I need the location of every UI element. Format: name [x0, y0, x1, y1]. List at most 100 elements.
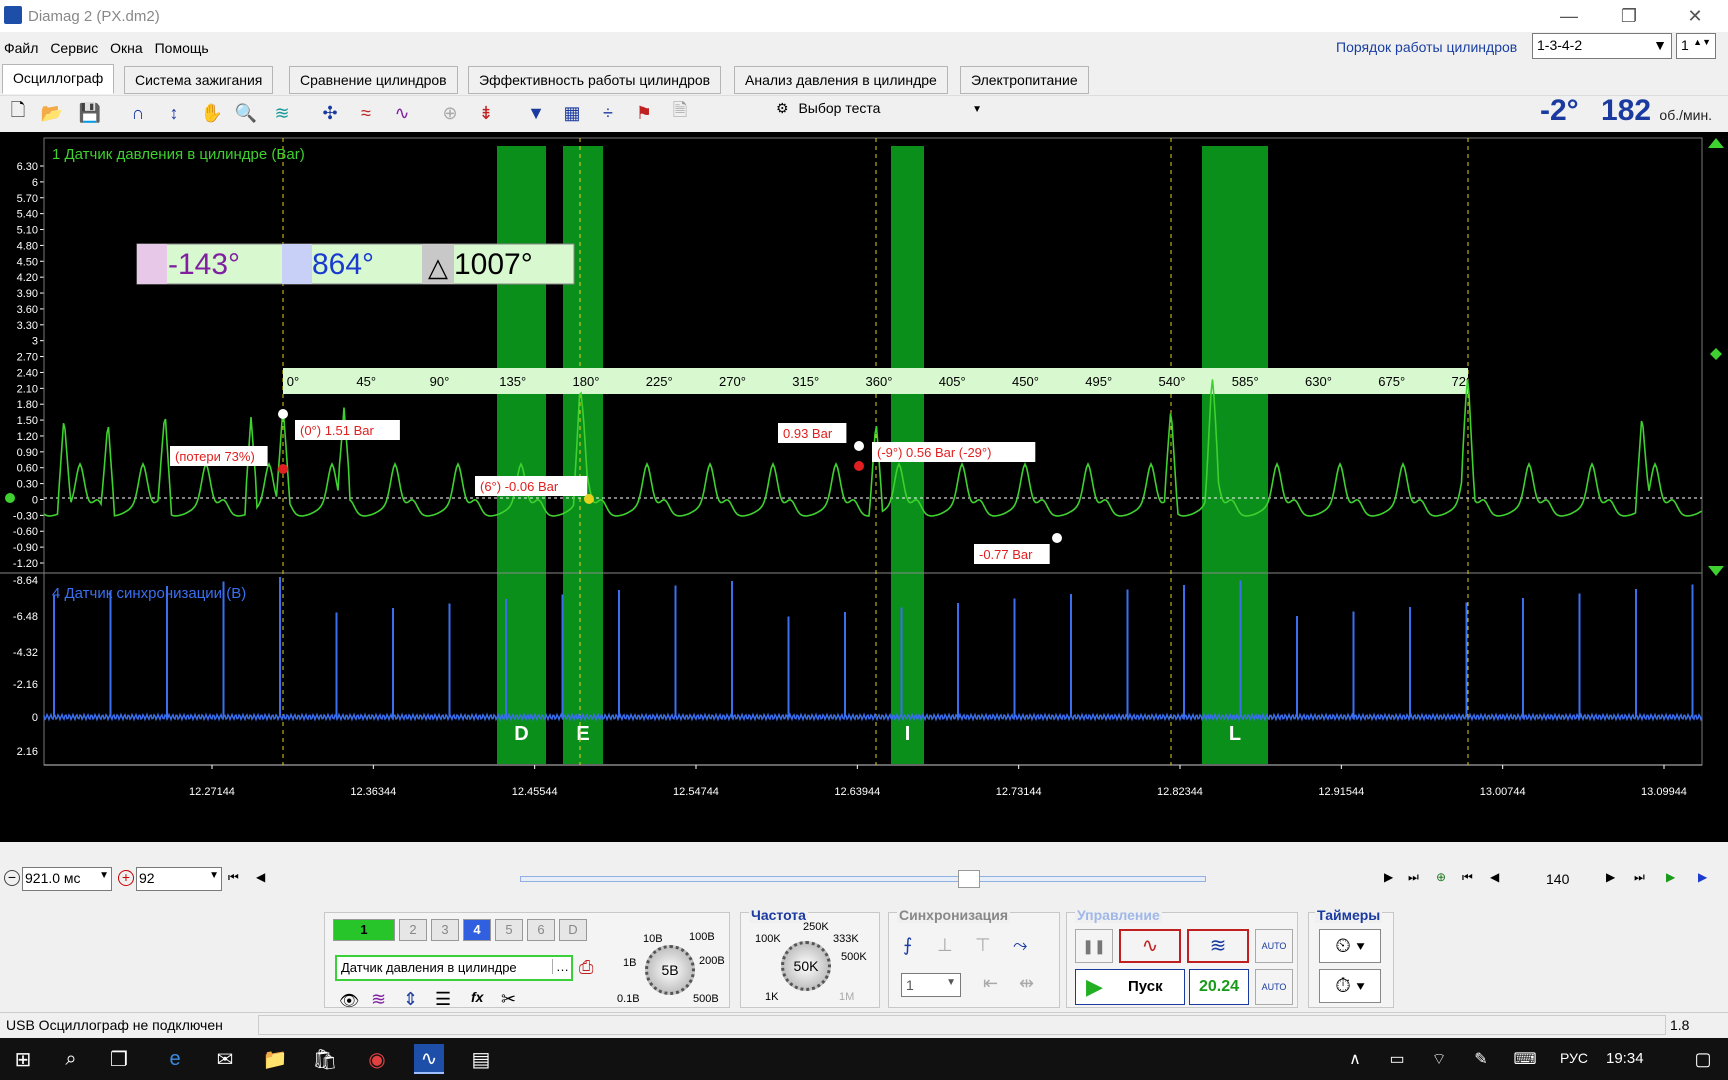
- windows-start-icon[interactable]: ⊞: [8, 1044, 38, 1074]
- tab-power[interactable]: Электропитание: [960, 66, 1089, 94]
- restore-button[interactable]: ❐: [1600, 0, 1658, 32]
- function-icon[interactable]: fx: [471, 989, 483, 1005]
- level-icon[interactable]: ⊤: [975, 935, 991, 956]
- filter-icon[interactable]: ▼: [522, 99, 550, 127]
- minimize-button[interactable]: —: [1540, 0, 1598, 32]
- auto-icon[interactable]: ⊕: [436, 99, 464, 127]
- language-indicator[interactable]: РУС: [1560, 1050, 1588, 1066]
- auto-button-2[interactable]: AUTO: [1255, 969, 1293, 1005]
- waveform-icon[interactable]: ≋: [371, 989, 386, 1010]
- channel-4-button[interactable]: 4: [463, 919, 491, 941]
- notification-icon[interactable]: ▢: [1688, 1044, 1718, 1074]
- magnet-icon[interactable]: ∩: [124, 99, 152, 127]
- channel-1-button[interactable]: 1: [333, 919, 395, 941]
- close-button[interactable]: ✕: [1666, 0, 1724, 32]
- timer-1-button[interactable]: ⏲ ▾: [1319, 929, 1381, 963]
- menu-file[interactable]: Файл: [0, 36, 42, 60]
- new-file-icon[interactable]: 🗋: [4, 99, 32, 127]
- pen-icon[interactable]: ✎: [1466, 1044, 1496, 1074]
- sensor-select[interactable]: Датчик давления в цилиндре…: [335, 955, 573, 981]
- vertical-scale-icon[interactable]: ↕: [160, 99, 188, 127]
- vertical-arrows-icon[interactable]: ⇕: [403, 989, 418, 1010]
- wave-compare-icon[interactable]: ∿: [388, 99, 416, 127]
- tray-up-icon[interactable]: ∧: [1340, 1044, 1370, 1074]
- sync-channel-select[interactable]: 1 ▼: [901, 973, 961, 997]
- tools-icon[interactable]: ✂: [501, 989, 516, 1010]
- lines-icon[interactable]: ☰: [435, 989, 451, 1010]
- scrollbar-thumb[interactable]: [958, 870, 980, 888]
- layers-icon[interactable]: ≋: [268, 99, 296, 127]
- keyboard-icon[interactable]: ⌨: [1510, 1044, 1540, 1074]
- timer-2-button[interactable]: ⏱ ▾: [1319, 969, 1381, 1003]
- channel-3-button[interactable]: 3: [431, 919, 459, 941]
- wifi-icon[interactable]: ⌔: [1424, 1044, 1454, 1074]
- channel-2-button[interactable]: 2: [399, 919, 427, 941]
- frequency-knob[interactable]: 50K: [781, 941, 831, 991]
- waveform-plot[interactable]: D E I L 6.30 6 5.70 5.40 5.10 4.80 4.50 4.20 3.90 3.6…: [0, 132, 1728, 842]
- edge-icon[interactable]: e: [160, 1044, 190, 1074]
- zoom-icon[interactable]: 🔍: [232, 99, 260, 127]
- tab-cylinder-efficiency[interactable]: Эффективность работы цилиндров: [468, 66, 722, 94]
- channel-6-button[interactable]: 6: [527, 919, 555, 941]
- open-folder-icon[interactable]: 📂: [38, 99, 66, 127]
- sync-left-icon[interactable]: ⇤: [983, 973, 998, 994]
- menu-service[interactable]: Сервис: [46, 36, 102, 60]
- wave-overlay-icon[interactable]: ≈: [352, 99, 380, 127]
- cursor-split-icon[interactable]: ÷: [594, 99, 622, 127]
- tab-cylinder-compare[interactable]: Сравнение цилиндров: [289, 66, 458, 94]
- prev-icon[interactable]: ◀: [1490, 870, 1499, 884]
- chrome-icon[interactable]: ◉: [362, 1044, 392, 1074]
- task-view-icon[interactable]: ❐: [104, 1044, 134, 1074]
- cylinder-order-select[interactable]: 1-3-4-2 ▼: [1532, 33, 1672, 59]
- collapse-icon[interactable]: ✣: [316, 99, 344, 127]
- store-icon[interactable]: 🛍: [310, 1044, 340, 1074]
- zoom-out-icon[interactable]: −: [4, 870, 20, 886]
- volt-knob[interactable]: 5B 10B 100B 1B 200B 0.1B 500B: [615, 931, 725, 1009]
- start-button[interactable]: ▶ Пуск: [1075, 969, 1185, 1005]
- grid-icon[interactable]: ▦: [558, 99, 586, 127]
- channel-d-button[interactable]: D: [559, 919, 587, 941]
- marker-flag-icon[interactable]: ⚑: [630, 99, 658, 127]
- auto-button-1[interactable]: AUTO: [1255, 929, 1293, 963]
- horizontal-scrollbar[interactable]: [520, 876, 1206, 882]
- diamag-icon[interactable]: ∿: [414, 1044, 444, 1074]
- sensor-settings-icon[interactable]: ⎙: [579, 957, 593, 978]
- play-green-icon[interactable]: ▶: [1666, 870, 1675, 884]
- end-icon[interactable]: ⏭: [1634, 870, 1645, 885]
- auto-trigger-icon[interactable]: ⤳: [1013, 935, 1027, 956]
- save-icon[interactable]: 💾: [76, 99, 104, 127]
- zoom-in-icon[interactable]: +: [118, 870, 134, 886]
- pause-button[interactable]: ❚❚: [1075, 929, 1113, 963]
- refresh-value[interactable]: 20.24: [1189, 969, 1249, 1005]
- explorer-icon[interactable]: 📁: [260, 1044, 290, 1074]
- zoom-select[interactable]: 92 ▼: [136, 867, 222, 891]
- mail-icon[interactable]: ✉: [210, 1044, 240, 1074]
- clock[interactable]: 19:34: [1606, 1050, 1644, 1067]
- tab-pressure-analysis[interactable]: Анализ давления в цилиндре: [734, 66, 948, 94]
- noise-mode-button[interactable]: ≋: [1187, 929, 1249, 963]
- tab-ignition[interactable]: Система зажигания: [124, 66, 274, 94]
- falling-edge-icon[interactable]: ⊥: [937, 935, 953, 956]
- report-icon[interactable]: 🗎: [666, 99, 694, 127]
- sync-merge-icon[interactable]: ⇹: [1019, 973, 1034, 994]
- hand-pan-icon[interactable]: ✋: [198, 99, 226, 127]
- zero-offset-icon[interactable]: ⇟: [472, 99, 500, 127]
- battery-icon[interactable]: ▭: [1382, 1044, 1412, 1074]
- last-frame-icon[interactable]: ⏭: [1408, 870, 1419, 885]
- add-frame-icon[interactable]: ⊕: [1436, 870, 1446, 884]
- sine-mode-button[interactable]: ∿: [1119, 929, 1181, 963]
- play-blue-icon[interactable]: ▶: [1698, 870, 1707, 884]
- eye-icon[interactable]: 👁: [339, 991, 359, 1011]
- cylinder-number-stepper[interactable]: 1 ▲▼: [1676, 33, 1716, 59]
- rising-edge-icon[interactable]: ⨍: [903, 935, 912, 956]
- prev-frame-icon[interactable]: ◀: [256, 870, 265, 884]
- app-icon[interactable]: ▤: [466, 1044, 496, 1074]
- menu-windows[interactable]: Окна: [106, 36, 147, 60]
- volt-knob-dial[interactable]: 5B: [645, 945, 695, 995]
- timebase-select[interactable]: 921.0 мс ▼: [22, 867, 112, 891]
- channel-5-button[interactable]: 5: [495, 919, 523, 941]
- rewind-icon[interactable]: ⏮: [1462, 870, 1473, 885]
- first-frame-icon[interactable]: ⏮: [228, 870, 239, 885]
- search-icon[interactable]: ⌕: [56, 1044, 86, 1074]
- next-frame-icon[interactable]: ▶: [1384, 870, 1393, 884]
